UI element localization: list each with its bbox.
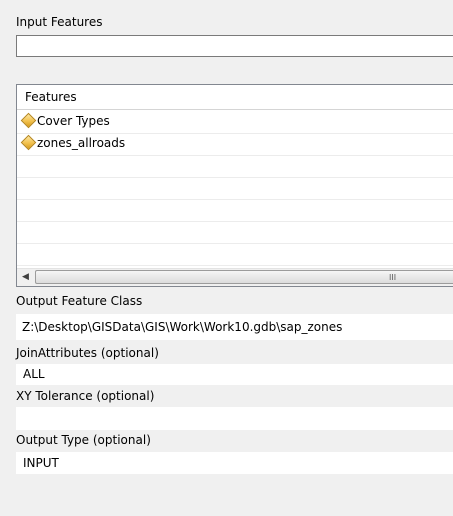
list-item[interactable]	[17, 221, 453, 244]
xy-tolerance-label: XY Tolerance (optional)	[16, 389, 155, 403]
list-item[interactable]	[17, 155, 453, 178]
input-features-label: Input Features	[16, 15, 103, 29]
features-list[interactable]: Features Cover Types zones_allroads ◀ II…	[16, 84, 453, 287]
list-item-label: zones_allroads	[37, 136, 126, 150]
output-feature-class-field[interactable]: Z:\Desktop\GISData\GIS\Work\Work10.gdb\s…	[16, 314, 453, 340]
input-features-field[interactable]	[16, 35, 453, 57]
output-type-field[interactable]: INPUT	[16, 452, 453, 474]
scroll-grip-icon: III	[389, 273, 397, 282]
list-item[interactable]: Cover Types	[17, 111, 453, 134]
feature-layer-diamond-icon	[20, 134, 37, 151]
list-item-label: Cover Types	[37, 114, 110, 128]
features-header-label: Features	[25, 90, 77, 104]
list-item[interactable]: zones_allroads	[17, 133, 453, 156]
output-feature-class-label: Output Feature Class	[16, 294, 143, 308]
list-item[interactable]	[17, 199, 453, 222]
scroll-thumb[interactable]: III	[35, 270, 453, 284]
horizontal-scrollbar[interactable]: ◀ III	[17, 268, 453, 286]
features-list-header: Features	[17, 85, 453, 110]
scroll-left-arrow-icon[interactable]: ◀	[17, 269, 34, 286]
feature-layer-diamond-icon	[20, 112, 37, 129]
xy-tolerance-field[interactable]	[16, 407, 453, 430]
join-attributes-field[interactable]: ALL	[16, 364, 453, 385]
output-type-label: Output Type (optional)	[16, 433, 151, 447]
list-item[interactable]	[17, 243, 453, 266]
join-attributes-label: JoinAttributes (optional)	[16, 346, 159, 360]
list-item[interactable]	[17, 177, 453, 200]
